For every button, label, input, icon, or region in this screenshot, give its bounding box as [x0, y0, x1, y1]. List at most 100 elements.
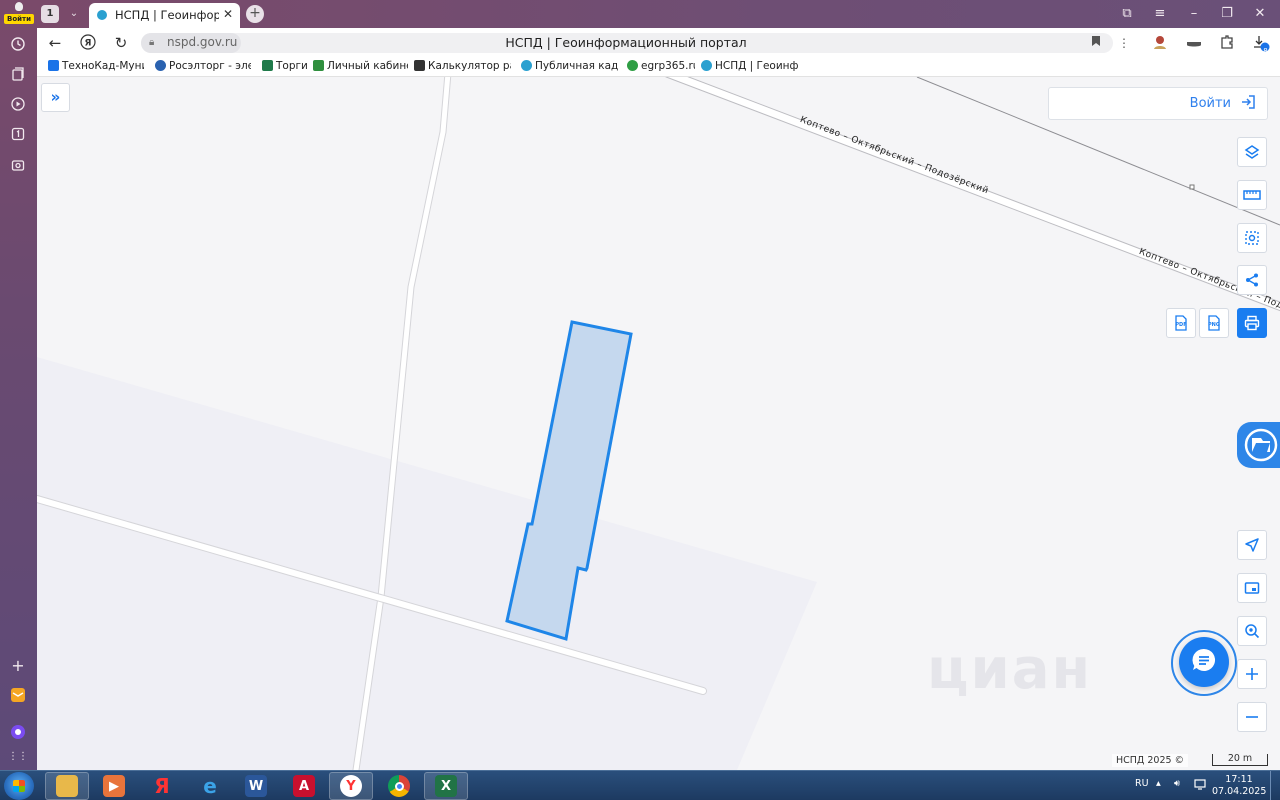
start-button[interactable]: [4, 772, 34, 800]
history-icon[interactable]: [8, 34, 28, 54]
tab-counter[interactable]: 1: [41, 5, 59, 23]
site-favicon-icon: [97, 10, 107, 20]
internet-explorer-icon[interactable]: e: [188, 772, 232, 800]
bookmarks-bar: ТехноКад-Муници Росэлторг - элект Торги …: [37, 58, 1280, 77]
downloads-icon[interactable]: 8: [1252, 34, 1270, 55]
watermark: циан: [927, 637, 1093, 702]
bookmarks-panel-icon[interactable]: ⧉: [1118, 5, 1136, 23]
zoom-out-button[interactable]: [1237, 702, 1267, 732]
address-bar: ← Я ↻ 🔒︎ nspd.gov.ru НСПД | Геоинформаци…: [37, 28, 1280, 58]
bookmark-item[interactable]: ТехноКад-Муници: [48, 60, 144, 75]
side-panel-tab[interactable]: [1237, 422, 1280, 468]
layers-button[interactable]: [1237, 137, 1267, 167]
globe-icon: [701, 60, 712, 71]
alice-icon[interactable]: [8, 722, 28, 742]
chevron-down-icon[interactable]: ⌄: [65, 6, 83, 22]
login-label: Войти: [1189, 96, 1231, 111]
video-icon[interactable]: [8, 94, 28, 114]
reload-icon[interactable]: ↻: [112, 34, 130, 52]
clock-date: 07.04.2025: [1212, 786, 1267, 797]
print-button[interactable]: [1237, 308, 1267, 338]
window-close-icon[interactable]: ✕: [1251, 5, 1269, 23]
chat-button[interactable]: [1179, 637, 1229, 687]
bookmark-item[interactable]: Торги: [262, 60, 312, 75]
more-icon[interactable]: ⋮⋮: [8, 746, 28, 766]
pdf-export-button[interactable]: PDF: [1166, 308, 1196, 338]
file-explorer-icon[interactable]: [45, 772, 89, 800]
map-attribution: НСПД 2025 ©: [1112, 754, 1189, 767]
share-icon: [1244, 272, 1260, 288]
map-canvas[interactable]: Коптево – Октябрьский – Подозёрский Копт…: [37, 77, 1280, 770]
bookmark-item[interactable]: Росэлторг - элект: [155, 60, 251, 75]
new-tab-button[interactable]: +: [246, 5, 264, 23]
emblem-icon: [262, 60, 273, 71]
geolocation-button[interactable]: [1237, 530, 1267, 560]
profile-login-button[interactable]: Войти: [4, 2, 34, 24]
globe-icon: [155, 60, 166, 71]
share-button[interactable]: [1237, 265, 1267, 295]
m-logo-icon: [48, 60, 59, 71]
taskbar: ▶ Я e W A Y X RU ▴ 🔊︎ 17:11 07.04.2025: [0, 770, 1280, 800]
yandex-icon[interactable]: Я: [140, 772, 184, 800]
excel-icon[interactable]: X: [424, 772, 468, 800]
bookmark-item[interactable]: Публичная кадаст: [521, 60, 618, 75]
zoom-in-icon: [1245, 667, 1259, 681]
extension-puzzle-icon[interactable]: [1218, 34, 1236, 52]
yandex-browser-icon[interactable]: Y: [329, 772, 373, 800]
minimize-icon[interactable]: –: [1185, 5, 1203, 23]
globe-icon: [521, 60, 532, 71]
expand-panel-button[interactable]: »: [41, 83, 70, 112]
login-button[interactable]: Войти: [1048, 87, 1268, 120]
bookmark-item[interactable]: Личный кабинет: [313, 60, 408, 75]
bookmark-item[interactable]: egrp365.ru: [627, 60, 695, 75]
search-location-icon: [1244, 623, 1260, 639]
ruler-button[interactable]: [1237, 180, 1267, 210]
show-desktop-button[interactable]: [1270, 771, 1280, 800]
select-area-button[interactable]: [1237, 223, 1267, 253]
close-icon[interactable]: ✕: [223, 7, 233, 21]
screenshot-icon[interactable]: [8, 155, 28, 175]
scale-bar: 20 m: [1212, 754, 1268, 766]
url-field[interactable]: 🔒︎ nspd.gov.ru НСПД | Геоинформационный …: [141, 33, 1113, 53]
clock[interactable]: 17:11 07.04.2025: [1212, 774, 1266, 798]
minimap-button[interactable]: [1237, 573, 1267, 603]
tab-nspd[interactable]: НСПД | Геоинформаци ✕: [89, 3, 240, 28]
svg-text:PNG: PNG: [1208, 322, 1220, 328]
png-export-button[interactable]: PNG: [1199, 308, 1229, 338]
restore-icon[interactable]: ❐: [1218, 5, 1236, 23]
tray-chevron-icon[interactable]: ▴: [1156, 778, 1161, 789]
bookmark-label: Торги: [276, 60, 308, 72]
tab-title: НСПД | Геоинформаци: [115, 8, 219, 22]
bookmark-icon[interactable]: [1091, 35, 1101, 50]
a-logo-icon: [414, 60, 425, 71]
ruler-icon: [1243, 189, 1261, 201]
language-indicator[interactable]: RU: [1135, 778, 1149, 789]
tab-counter-icon[interactable]: [8, 124, 28, 144]
yandex-logo-icon[interactable]: Я: [79, 34, 97, 52]
back-icon[interactable]: ←: [46, 34, 64, 52]
login-icon: [1239, 94, 1257, 112]
acrobat-icon[interactable]: A: [282, 772, 326, 800]
chrome-icon[interactable]: [377, 772, 421, 800]
page-title: НСПД | Геоинформационный портал: [505, 35, 747, 50]
url-host: nspd.gov.ru: [167, 35, 238, 49]
media-player-icon[interactable]: ▶: [92, 772, 136, 800]
add-panel-icon[interactable]: +: [8, 655, 28, 675]
select-area-icon: [1244, 230, 1260, 246]
extension-profile-icon[interactable]: [1151, 34, 1169, 52]
extension-hat-icon[interactable]: [1185, 34, 1203, 52]
zoom-in-button[interactable]: [1237, 659, 1267, 689]
menu-icon[interactable]: ≡: [1151, 5, 1169, 23]
collections-icon[interactable]: [8, 64, 28, 84]
search-location-button[interactable]: [1237, 616, 1267, 646]
bookmark-item[interactable]: Калькулятор расч: [414, 60, 511, 75]
word-icon[interactable]: W: [234, 772, 278, 800]
zoom-out-icon: [1245, 710, 1259, 724]
volume-icon[interactable]: 🔊︎: [1174, 778, 1180, 789]
bookmark-item[interactable]: НСПД | Геоинфор: [701, 60, 799, 75]
bookmark-label: Публичная кадаст: [535, 60, 618, 72]
mail-icon[interactable]: [8, 685, 28, 705]
clock-time: 17:11: [1225, 774, 1253, 785]
network-icon[interactable]: [1194, 778, 1206, 793]
more-vertical-icon[interactable]: ⋮: [1115, 34, 1133, 52]
